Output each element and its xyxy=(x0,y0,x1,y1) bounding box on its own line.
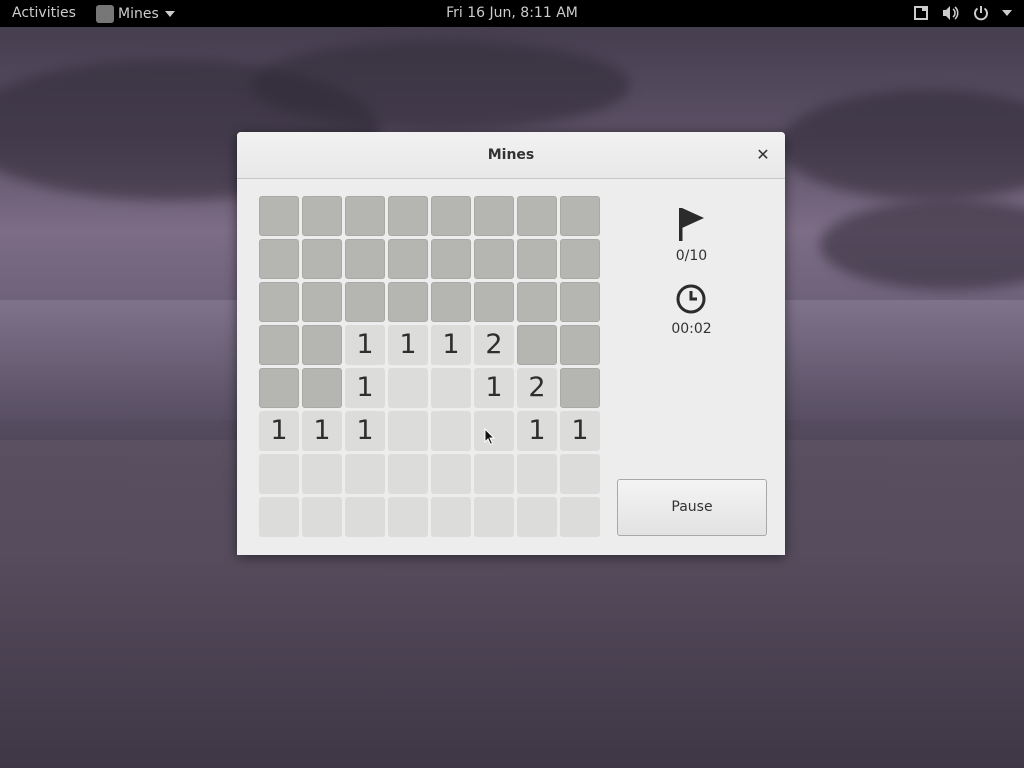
revealed-cell[interactable]: 2 xyxy=(517,368,557,408)
revealed-cell[interactable] xyxy=(345,497,385,537)
mines-app-icon xyxy=(96,5,114,23)
covered-cell[interactable] xyxy=(388,282,428,322)
chevron-down-icon[interactable] xyxy=(1002,10,1012,16)
revealed-cell[interactable] xyxy=(517,454,557,494)
revealed-cell[interactable]: 1 xyxy=(431,325,471,365)
covered-cell[interactable] xyxy=(431,196,471,236)
covered-cell[interactable] xyxy=(474,239,514,279)
clock-icon xyxy=(676,284,706,314)
covered-cell[interactable] xyxy=(345,196,385,236)
covered-cell[interactable] xyxy=(431,282,471,322)
revealed-cell[interactable] xyxy=(388,497,428,537)
title-bar[interactable]: Mines ✕ xyxy=(237,132,785,179)
app-menu-label: Mines xyxy=(118,6,159,22)
revealed-cell[interactable] xyxy=(259,454,299,494)
revealed-cell[interactable]: 1 xyxy=(388,325,428,365)
covered-cell[interactable] xyxy=(517,325,557,365)
flag-icon xyxy=(679,208,704,241)
activities-button[interactable]: Activities xyxy=(12,5,76,21)
covered-cell[interactable] xyxy=(345,282,385,322)
revealed-cell[interactable] xyxy=(560,454,600,494)
covered-cell[interactable] xyxy=(517,196,557,236)
covered-cell[interactable] xyxy=(431,239,471,279)
revealed-cell[interactable]: 1 xyxy=(345,325,385,365)
volume-icon[interactable] xyxy=(942,4,960,22)
covered-cell[interactable] xyxy=(474,282,514,322)
revealed-cell[interactable]: 1 xyxy=(302,411,342,451)
minefield[interactable]: 111211211111 xyxy=(259,196,601,538)
revealed-cell[interactable]: 1 xyxy=(517,411,557,451)
revealed-cell[interactable] xyxy=(345,454,385,494)
covered-cell[interactable] xyxy=(474,196,514,236)
revealed-cell[interactable]: 1 xyxy=(345,411,385,451)
revealed-cell[interactable] xyxy=(560,497,600,537)
covered-cell[interactable] xyxy=(259,325,299,365)
covered-cell[interactable] xyxy=(259,282,299,322)
screen-icon[interactable] xyxy=(912,4,930,22)
app-menu[interactable]: Mines xyxy=(96,3,175,25)
covered-cell[interactable] xyxy=(517,282,557,322)
covered-cell[interactable] xyxy=(560,239,600,279)
revealed-cell[interactable] xyxy=(431,454,471,494)
chevron-down-icon xyxy=(164,11,175,17)
covered-cell[interactable] xyxy=(560,196,600,236)
covered-cell[interactable] xyxy=(560,282,600,322)
revealed-cell[interactable] xyxy=(431,411,471,451)
top-bar: Activities Mines Fri 16 Jun, 8:11 AM xyxy=(0,0,1024,27)
covered-cell[interactable] xyxy=(259,239,299,279)
covered-cell[interactable] xyxy=(302,239,342,279)
covered-cell[interactable] xyxy=(259,368,299,408)
covered-cell[interactable] xyxy=(259,196,299,236)
revealed-cell[interactable] xyxy=(388,454,428,494)
covered-cell[interactable] xyxy=(345,239,385,279)
covered-cell[interactable] xyxy=(388,239,428,279)
mines-window: Mines ✕ 111211211111 0/10 00:02 Pause xyxy=(237,132,785,555)
revealed-cell[interactable] xyxy=(517,497,557,537)
revealed-cell[interactable] xyxy=(474,454,514,494)
revealed-cell[interactable] xyxy=(388,368,428,408)
flag-counter: 0/10 xyxy=(675,248,708,264)
revealed-cell[interactable]: 1 xyxy=(259,411,299,451)
mouse-pointer-icon xyxy=(484,428,496,446)
revealed-cell[interactable]: 1 xyxy=(474,368,514,408)
elapsed-time: 00:02 xyxy=(671,321,712,337)
covered-cell[interactable] xyxy=(517,239,557,279)
covered-cell[interactable] xyxy=(560,368,600,408)
revealed-cell[interactable] xyxy=(302,454,342,494)
covered-cell[interactable] xyxy=(560,325,600,365)
revealed-cell[interactable] xyxy=(302,497,342,537)
revealed-cell[interactable] xyxy=(431,368,471,408)
covered-cell[interactable] xyxy=(302,196,342,236)
revealed-cell[interactable]: 2 xyxy=(474,325,514,365)
revealed-cell[interactable] xyxy=(431,497,471,537)
window-title: Mines xyxy=(487,147,535,163)
revealed-cell[interactable] xyxy=(388,411,428,451)
covered-cell[interactable] xyxy=(302,325,342,365)
power-icon[interactable] xyxy=(972,4,990,22)
pause-button[interactable]: Pause xyxy=(617,479,767,536)
covered-cell[interactable] xyxy=(302,368,342,408)
system-tray[interactable] xyxy=(912,4,1012,22)
covered-cell[interactable] xyxy=(388,196,428,236)
revealed-cell[interactable] xyxy=(474,497,514,537)
covered-cell[interactable] xyxy=(302,282,342,322)
revealed-cell[interactable]: 1 xyxy=(345,368,385,408)
revealed-cell[interactable] xyxy=(259,497,299,537)
close-icon[interactable]: ✕ xyxy=(753,145,773,165)
revealed-cell[interactable]: 1 xyxy=(560,411,600,451)
